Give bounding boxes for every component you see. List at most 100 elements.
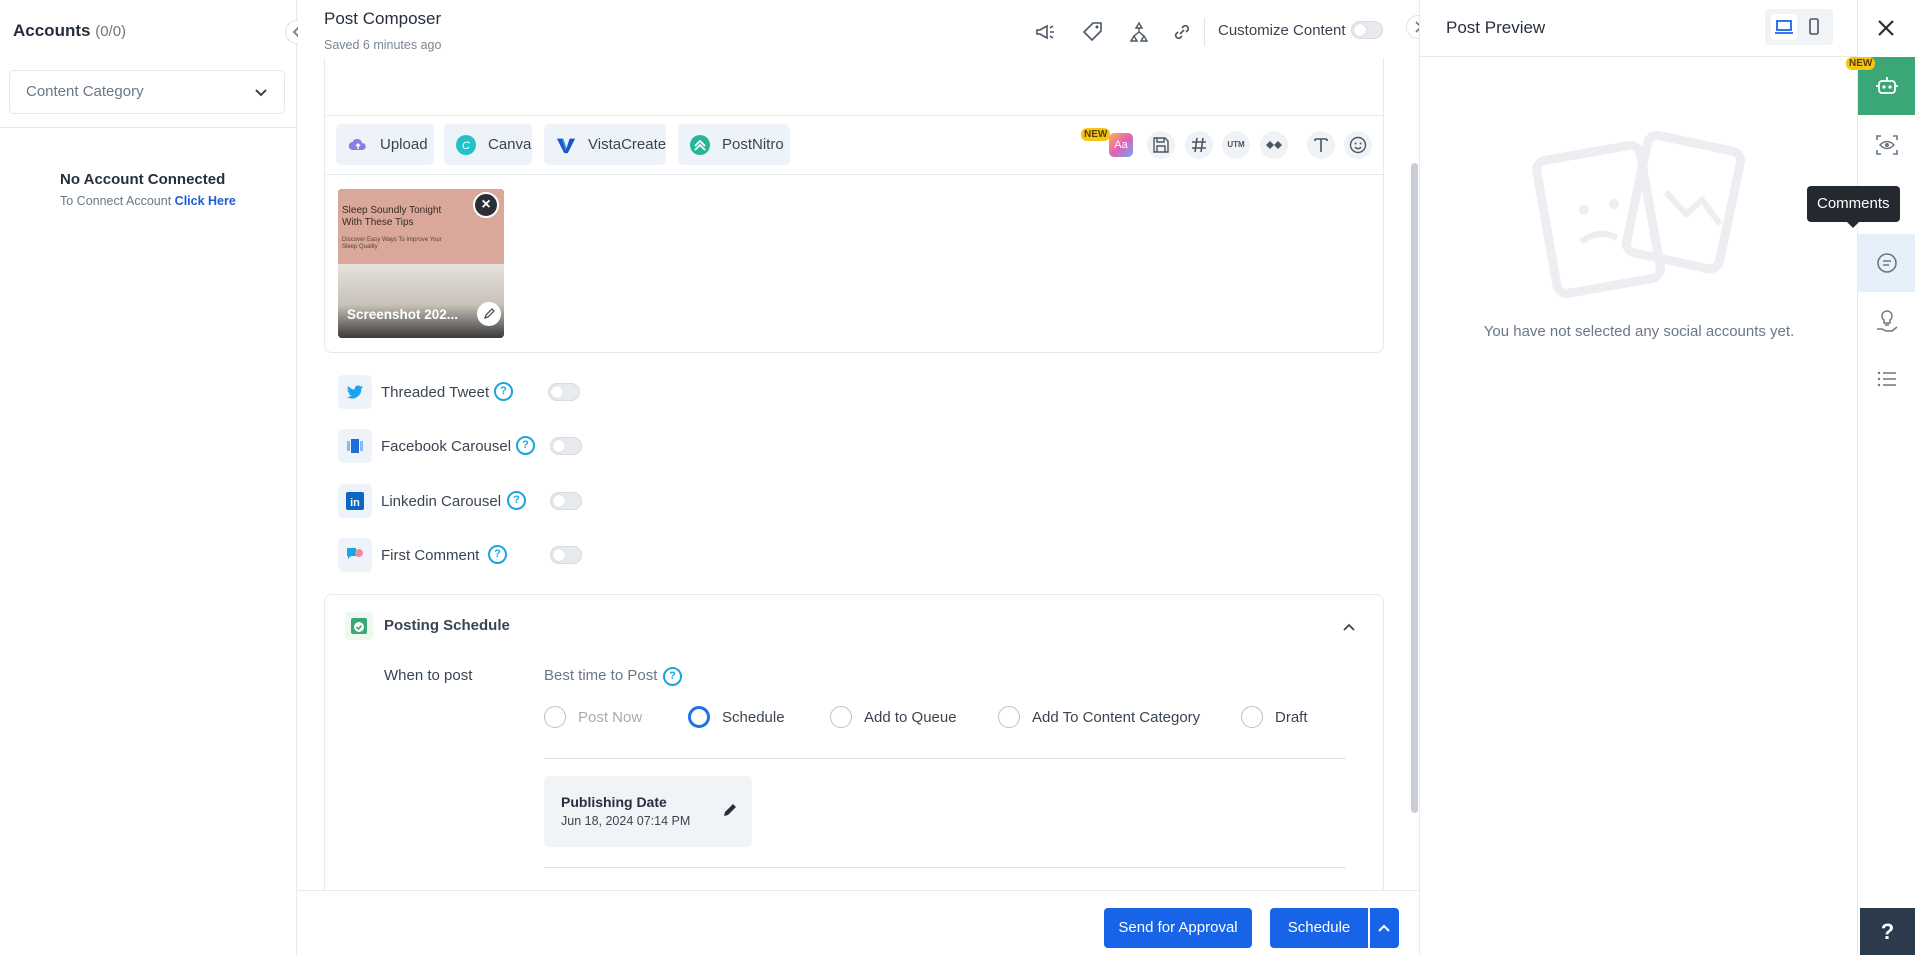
pencil-icon[interactable] bbox=[722, 802, 738, 818]
svg-text:in: in bbox=[350, 497, 360, 509]
empty-preview-text: You have not selected any social account… bbox=[1483, 323, 1795, 340]
hierarchy-icon[interactable] bbox=[1127, 20, 1151, 44]
calendar-check-icon bbox=[345, 612, 373, 640]
list-icon bbox=[1877, 371, 1896, 387]
emoji-icon bbox=[1349, 136, 1367, 154]
help-icon[interactable]: ? bbox=[507, 491, 526, 510]
new-badge: NEW bbox=[1081, 128, 1111, 141]
link-icon[interactable] bbox=[1170, 20, 1194, 44]
utm-button[interactable]: UTM bbox=[1222, 131, 1250, 159]
ai-caption-button[interactable]: Aa bbox=[1109, 133, 1133, 157]
media-thumbnail[interactable]: Sleep Soundly Tonight With These Tips Di… bbox=[338, 189, 504, 338]
vistacreate-button[interactable]: VistaCreate bbox=[544, 124, 666, 165]
remove-media-button[interactable]: × bbox=[473, 192, 499, 218]
when-to-post-label: When to post bbox=[384, 667, 473, 684]
comment-icon bbox=[338, 538, 372, 572]
help-icon[interactable]: ? bbox=[488, 545, 507, 564]
help-button[interactable]: ? bbox=[1860, 908, 1915, 955]
desktop-view-button[interactable] bbox=[1771, 14, 1797, 40]
post-preview-panel: Post Preview You have not selected any s… bbox=[1419, 0, 1858, 955]
content-category-label: Content Category bbox=[26, 83, 144, 100]
right-tool-rail: NEW bbox=[1846, 0, 1915, 955]
divider bbox=[544, 758, 1346, 759]
content-category-dropdown[interactable]: Content Category bbox=[9, 70, 285, 114]
linkedin-carousel-toggle[interactable] bbox=[550, 492, 582, 510]
customize-content-toggle[interactable] bbox=[1351, 21, 1383, 39]
publishing-date-value: Jun 18, 2024 07:14 PM bbox=[561, 814, 691, 828]
first-comment-toggle[interactable] bbox=[550, 546, 582, 564]
twitter-icon bbox=[338, 375, 372, 409]
scrollbar[interactable] bbox=[1411, 163, 1418, 813]
comments-tooltip: Comments bbox=[1807, 186, 1900, 228]
facebook-carousel-label: Facebook Carousel bbox=[381, 438, 512, 455]
help-icon[interactable]: ? bbox=[516, 436, 535, 455]
save-template-button[interactable] bbox=[1147, 131, 1175, 159]
lightbulb-hand-icon bbox=[1877, 310, 1898, 332]
composer-title: Post Composer bbox=[324, 9, 442, 28]
save-icon bbox=[1153, 137, 1169, 153]
laptop-icon bbox=[1775, 20, 1793, 34]
publishing-date-label: Publishing Date bbox=[561, 794, 667, 810]
chevron-down-icon bbox=[255, 89, 267, 97]
emoji-button[interactable] bbox=[1344, 131, 1372, 159]
accounts-count: (0/0) bbox=[95, 23, 127, 40]
hashtag-button[interactable] bbox=[1185, 131, 1213, 159]
help-icon[interactable]: ? bbox=[494, 382, 513, 401]
cloud-upload-icon bbox=[348, 138, 366, 151]
connect-account-link[interactable]: Click Here bbox=[175, 194, 236, 208]
comments-button[interactable] bbox=[1858, 234, 1915, 292]
tasks-button[interactable] bbox=[1858, 350, 1915, 408]
ideas-button[interactable] bbox=[1858, 292, 1915, 350]
mobile-icon bbox=[1809, 18, 1819, 35]
header-divider bbox=[1204, 18, 1205, 46]
divider bbox=[324, 115, 1384, 116]
text-icon bbox=[1314, 138, 1328, 152]
upload-button[interactable]: Upload bbox=[336, 124, 434, 165]
robot-icon bbox=[1876, 77, 1898, 94]
chevron-up-icon bbox=[1378, 924, 1390, 932]
postnitro-icon bbox=[690, 135, 710, 155]
schedule-button[interactable]: Schedule bbox=[1270, 908, 1368, 948]
edit-media-button[interactable] bbox=[477, 302, 501, 326]
mobile-view-button[interactable] bbox=[1801, 14, 1827, 40]
divider bbox=[544, 867, 1346, 868]
connect-account-text: To Connect Account Click Here bbox=[60, 194, 236, 208]
thumbnail-name: Screenshot 202... bbox=[347, 307, 459, 322]
linkedin-carousel-label: Linkedin Carousel bbox=[381, 493, 502, 510]
send-for-approval-button[interactable]: Send for Approval bbox=[1104, 908, 1252, 948]
device-switcher bbox=[1765, 9, 1833, 45]
canva-icon: C bbox=[456, 135, 476, 155]
accounts-title: Accounts (0/0) bbox=[13, 21, 127, 40]
threaded-tweet-toggle[interactable] bbox=[548, 383, 580, 401]
vistacreate-icon bbox=[556, 138, 576, 154]
threaded-tweet-label: Threaded Tweet bbox=[381, 384, 490, 401]
tag-icon[interactable] bbox=[1081, 20, 1105, 44]
eye-scan-icon bbox=[1876, 135, 1898, 155]
best-time-label: Best time to Post bbox=[544, 667, 658, 684]
canva-button[interactable]: C Canva bbox=[444, 124, 532, 165]
comments-icon bbox=[1877, 253, 1897, 273]
pencil-icon bbox=[484, 308, 495, 319]
postnitro-button[interactable]: PostNitro bbox=[678, 124, 790, 165]
help-icon[interactable]: ? bbox=[663, 667, 682, 686]
utm-label: UTM bbox=[1227, 140, 1245, 149]
preview-title: Post Preview bbox=[1446, 18, 1546, 37]
new-badge: NEW bbox=[1846, 57, 1876, 70]
preview-eye-button[interactable] bbox=[1858, 116, 1915, 174]
megaphone-icon[interactable] bbox=[1034, 20, 1058, 44]
thumbnail-headline: Sleep Soundly Tonight With These Tips bbox=[342, 205, 442, 228]
chevron-up-icon[interactable] bbox=[1341, 619, 1357, 635]
thumbnail-photo bbox=[338, 264, 504, 338]
close-preview-button[interactable] bbox=[1858, 0, 1915, 56]
text-format-button[interactable] bbox=[1307, 131, 1335, 159]
posting-schedule-title: Posting Schedule bbox=[384, 617, 510, 634]
divider bbox=[1420, 56, 1858, 57]
carousel-icon bbox=[338, 429, 372, 463]
facebook-carousel-toggle[interactable] bbox=[550, 437, 582, 455]
hashtag-icon bbox=[1192, 137, 1206, 153]
publishing-date-card[interactable]: Publishing Date Jun 18, 2024 07:14 PM bbox=[544, 776, 752, 847]
tracking-button[interactable] bbox=[1260, 131, 1288, 159]
schedule-options-button[interactable] bbox=[1370, 908, 1399, 948]
first-comment-label: First Comment bbox=[381, 547, 480, 564]
linkedin-icon: in bbox=[338, 484, 372, 518]
